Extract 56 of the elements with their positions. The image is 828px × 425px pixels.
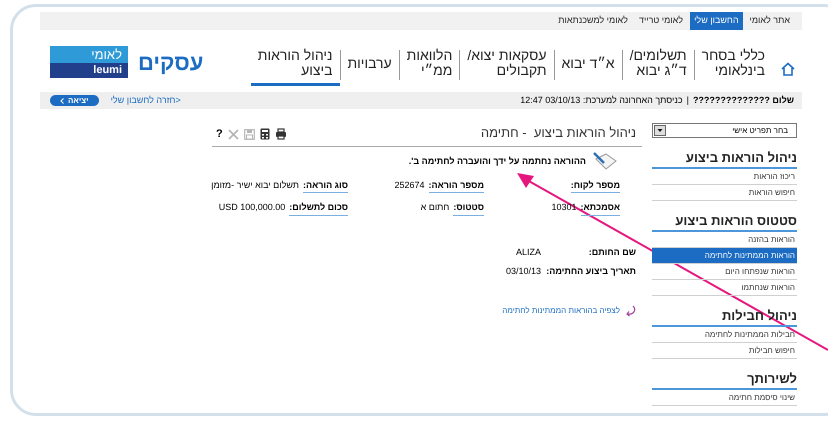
field-label: מספר לקוח: <box>570 178 620 193</box>
field-label: סוג הוראה: <box>302 178 348 193</box>
field-value: חתום א <box>420 201 450 214</box>
page-title: ניהול הוראות ביצוע - חתימה <box>480 124 636 142</box>
personal-menu-select[interactable]: בחר תפריט אישי <box>652 123 797 138</box>
sidebar-heading: ניהול חבילות <box>652 308 797 327</box>
calculator-icon[interactable] <box>260 128 270 140</box>
field-value: ALIZA <box>516 246 541 258</box>
nav-tab[interactable]: א״ד יבוא <box>554 46 622 78</box>
top-link[interactable]: החשבון שלי <box>690 12 743 30</box>
sidebar-item[interactable]: חבילות הממתינות לחתימה <box>652 327 797 343</box>
nav-tab[interactable]: כללי בסחר בינלאומי <box>694 38 772 86</box>
field-value: 252674 <box>394 178 424 192</box>
chevron-icon <box>60 98 64 104</box>
back-link[interactable]: <חזרה לחשבון שלי <box>110 94 181 108</box>
field-label: סטטוס: <box>453 201 484 216</box>
sidebar-item[interactable]: הוראות שנחתמו <box>652 280 797 296</box>
field-label: אסמכתא: <box>580 201 620 216</box>
field-value: USD 100,000.00 <box>218 201 286 214</box>
sidebar-item[interactable]: הוראות שנפתחו היום <box>652 264 797 280</box>
field-label: שם החותם: <box>588 246 636 258</box>
home-icon[interactable] <box>780 62 796 76</box>
sidebar-item[interactable]: חיפוש חבילות <box>652 343 797 359</box>
help-icon[interactable]: ? <box>216 126 223 142</box>
sidebar-item[interactable]: שינוי סיסמת חתימה <box>652 390 797 406</box>
sidebar-item[interactable]: הוראות הממתינות לחתימה <box>652 248 797 264</box>
dropdown-icon[interactable] <box>654 125 666 136</box>
nav-tab[interactable]: ניהול הוראות ביצוע <box>250 38 340 86</box>
sidebar-heading: סטטוס הוראות ביצוע <box>652 213 797 232</box>
brand-name: עסקים <box>138 48 204 76</box>
sidebar-heading: ניהול הוראות ביצוע <box>652 150 797 169</box>
curved-arrow-icon <box>624 304 636 316</box>
field-label: תאריך ביצוע החתימה: <box>545 265 636 278</box>
confirmation-message: ההוראה נחתמה על ידך והועברה לחתימה ב'. <box>408 154 586 168</box>
field-label: מספר הוראה: <box>428 178 484 193</box>
last-login: כניסתך האחרונה למערכת: 03/10/13 12:47 <box>520 94 683 107</box>
top-link[interactable]: אתר לאומי <box>746 12 794 30</box>
separator: | <box>686 94 689 107</box>
sidebar-item[interactable]: ריכוז הוראות <box>652 169 797 185</box>
sidebar-item[interactable]: חיפוש הוראות <box>652 185 797 201</box>
exit-button[interactable]: יציאה <box>50 95 99 106</box>
field-value: תשלום יבוא ישיר -מזומן <box>211 178 299 192</box>
field-value: 03/10/13 <box>506 265 541 278</box>
signing-document-icon <box>592 150 618 172</box>
nav-tab[interactable]: עסקאות יצוא/ תקבולים <box>460 38 554 86</box>
nav-tab[interactable]: הלוואות ממ״י <box>400 38 460 86</box>
pending-orders-link[interactable]: לצפיה בהוראות הממתינות לחתימה <box>502 304 620 316</box>
top-link[interactable]: לאומי למשכנתאות <box>554 12 632 30</box>
field-value: 10301 <box>552 201 577 214</box>
print-icon[interactable] <box>274 128 287 140</box>
field-label: סכום לתשלום: <box>289 201 348 216</box>
top-link[interactable]: לאומי טרייד <box>634 12 688 30</box>
nav-tab[interactable]: תשלומים/ ד״ג יבוא <box>622 38 694 86</box>
nav-tab[interactable]: ערבויות <box>340 46 399 78</box>
sidebar-heading: לשירותך <box>652 371 797 390</box>
greeting: שלום ?????????????? <box>692 94 794 107</box>
